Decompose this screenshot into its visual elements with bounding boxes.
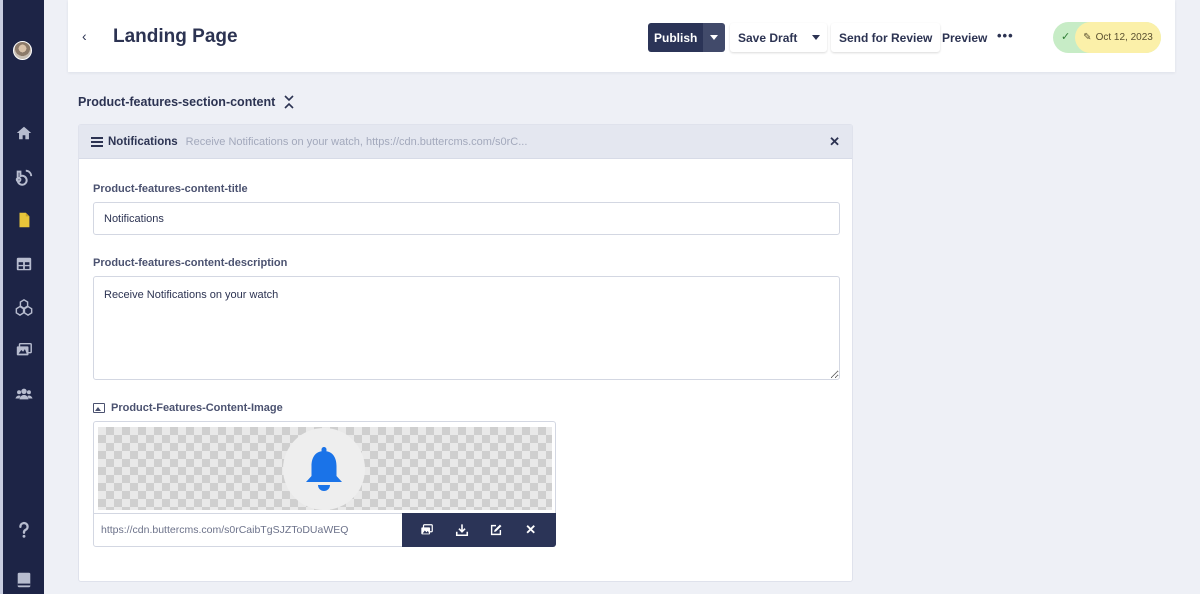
image-icon: [93, 403, 105, 413]
send-for-review-button[interactable]: Send for Review: [831, 23, 941, 52]
save-draft-button[interactable]: Save Draft: [730, 23, 828, 52]
check-icon: ✓: [1061, 31, 1071, 43]
page-title: Landing Page: [113, 26, 238, 47]
media-icon[interactable]: [13, 340, 35, 360]
docs-icon[interactable]: [13, 570, 35, 590]
status-date: Oct 12, 2023: [1095, 32, 1153, 43]
description-field-label: Product-features-content-description: [93, 257, 288, 269]
component-card: Notifications Receive Notifications on y…: [78, 124, 853, 582]
image-actions: ✕: [402, 513, 556, 547]
preview-button[interactable]: Preview: [942, 31, 987, 45]
download-icon[interactable]: [454, 522, 470, 538]
card-header[interactable]: Notifications Receive Notifications on y…: [79, 125, 852, 159]
bell-image: [283, 428, 365, 510]
title-input[interactable]: [93, 202, 840, 235]
date-badge[interactable]: ✎ Oct 12, 2023: [1075, 22, 1161, 53]
save-draft-label[interactable]: Save Draft: [730, 23, 805, 52]
image-url[interactable]: https://cdn.buttercms.com/s0rCaibTgSJZTo…: [101, 524, 348, 536]
publish-dropdown-chevron-icon[interactable]: [703, 23, 726, 52]
publish-button-label[interactable]: Publish: [648, 23, 704, 52]
image-field-label-text: Product-Features-Content-Image: [111, 402, 283, 414]
save-draft-dropdown-chevron-icon[interactable]: [805, 23, 827, 52]
back-chevron-icon[interactable]: ‹: [82, 28, 87, 44]
image-url-bar: https://cdn.buttercms.com/s0rCaibTgSJZTo…: [94, 513, 556, 547]
sidebar: [0, 0, 44, 594]
user-avatar[interactable]: [13, 41, 32, 60]
title-field-label: Product-features-content-title: [93, 183, 248, 195]
publish-button[interactable]: Publish: [648, 23, 726, 52]
section-title: Product-features-section-content: [78, 95, 276, 109]
more-options-icon[interactable]: •••: [997, 28, 1014, 43]
media-library-icon[interactable]: [419, 522, 435, 538]
home-icon[interactable]: [13, 123, 35, 143]
remove-image-icon[interactable]: ✕: [523, 522, 539, 538]
blog-icon[interactable]: [13, 167, 35, 187]
drag-handle-icon[interactable]: [91, 136, 103, 147]
card-summary: Receive Notifications on your watch, htt…: [185, 135, 528, 148]
edit-icon[interactable]: [488, 522, 504, 538]
pages-icon[interactable]: [13, 210, 35, 230]
image-field-label: Product-Features-Content-Image: [93, 402, 283, 414]
close-icon[interactable]: ✕: [829, 134, 840, 150]
status-badge: ✓ ✎ Oct 12, 2023: [1053, 22, 1161, 53]
bell-icon: [306, 447, 342, 491]
description-textarea[interactable]: Receive Notifications on your watch: [93, 276, 840, 380]
page-header: ‹ Landing Page Publish Save Draft Send f…: [68, 0, 1175, 72]
image-field: https://cdn.buttercms.com/s0rCaibTgSJZTo…: [93, 421, 556, 547]
pencil-icon: ✎: [1083, 32, 1092, 43]
image-preview[interactable]: [98, 427, 552, 510]
collections-icon[interactable]: [13, 254, 35, 274]
components-icon[interactable]: [13, 297, 35, 317]
users-icon[interactable]: [13, 384, 35, 404]
expand-collapse-chevron-icon[interactable]: [283, 93, 295, 111]
card-name: Notifications: [108, 135, 178, 148]
help-icon[interactable]: [13, 520, 35, 540]
